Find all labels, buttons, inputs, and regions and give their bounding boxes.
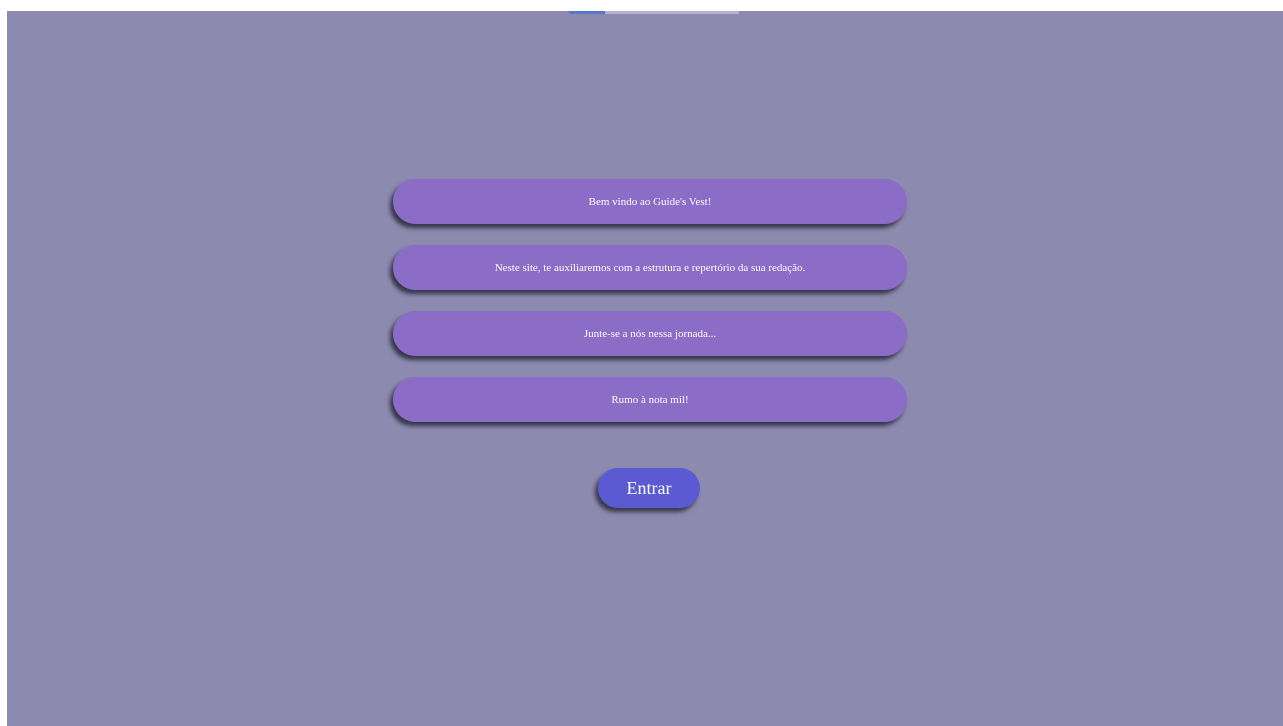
- description-message: Neste site, te auxiliaremos com a estrut…: [393, 245, 907, 290]
- top-browser-strip: [569, 11, 739, 14]
- top-strip-highlight: [569, 11, 605, 14]
- enter-button[interactable]: Entrar: [598, 468, 700, 508]
- enter-button-container: Entrar: [598, 468, 700, 508]
- invite-message: Junte-se a nós nessa jornada...: [393, 311, 907, 356]
- welcome-page: Bem vindo ao Guide's Vest! Neste site, t…: [7, 11, 1283, 726]
- message-list: Bem vindo ao Guide's Vest! Neste site, t…: [393, 179, 907, 443]
- welcome-message: Bem vindo ao Guide's Vest!: [393, 179, 907, 224]
- goal-message: Rumo à nota mil!: [393, 377, 907, 422]
